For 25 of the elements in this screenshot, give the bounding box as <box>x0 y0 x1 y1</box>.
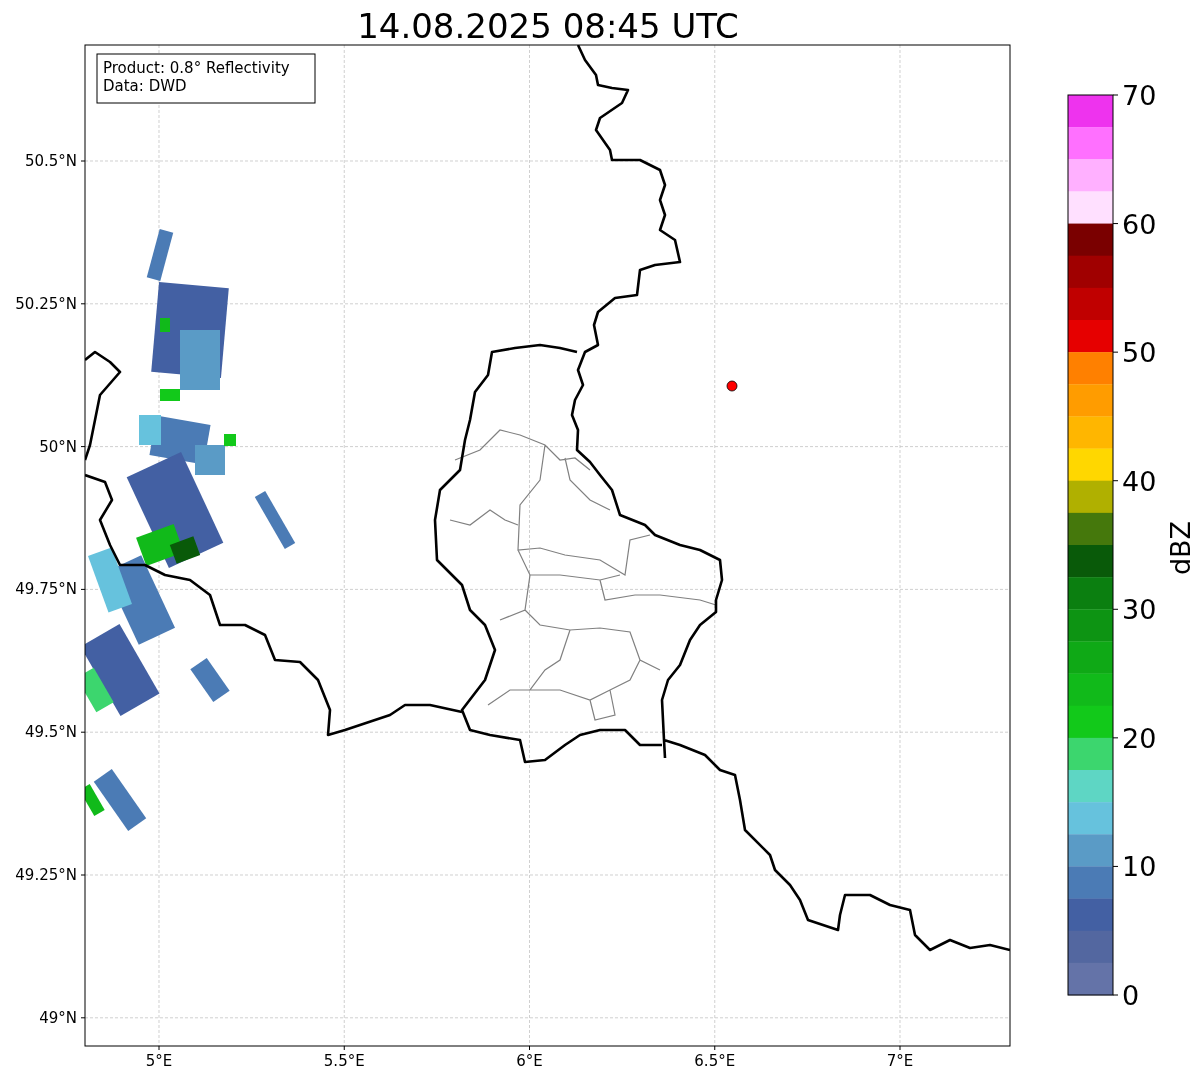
location-marker <box>726 380 738 392</box>
colorbar-tick-label: 50 <box>1122 337 1157 369</box>
colorbar-tick-label: 10 <box>1122 851 1157 883</box>
latitude-label: 50.25°N <box>15 294 77 313</box>
latitude-label: 50°N <box>39 437 77 456</box>
colorbar-tick-label: 60 <box>1122 208 1157 240</box>
info-text: Product: 0.8° Reflectivity <box>103 59 290 77</box>
longitude-label: 7°E <box>886 1052 914 1070</box>
longitude-label: 5.5°E <box>323 1052 365 1070</box>
colorbar-tick-label: 40 <box>1122 465 1157 497</box>
longitude-label: 5°E <box>145 1052 173 1070</box>
latitude-label: 49.75°N <box>15 580 77 599</box>
info-text: Data: DWD <box>103 77 187 95</box>
colorbar-tick-label: 30 <box>1122 594 1157 626</box>
latitude-label: 50.5°N <box>24 152 77 170</box>
colorbar-tick-label: 20 <box>1122 722 1157 754</box>
colorbar-label: dBZ <box>1165 520 1196 576</box>
colorbar-tick-label: 70 <box>1122 80 1157 111</box>
longitude-label: 6°E <box>516 1052 543 1070</box>
latitude-label: 49.5°N <box>24 723 77 742</box>
latitude-label: 49°N <box>39 1008 77 1027</box>
latitude-label: 49.25°N <box>15 866 77 884</box>
chart-title: 14.08.2025 08:45 UTC <box>357 6 739 46</box>
longitude-label: 6.5°E <box>694 1052 736 1070</box>
colorbar-tick-label: 0 <box>1122 980 1140 1011</box>
